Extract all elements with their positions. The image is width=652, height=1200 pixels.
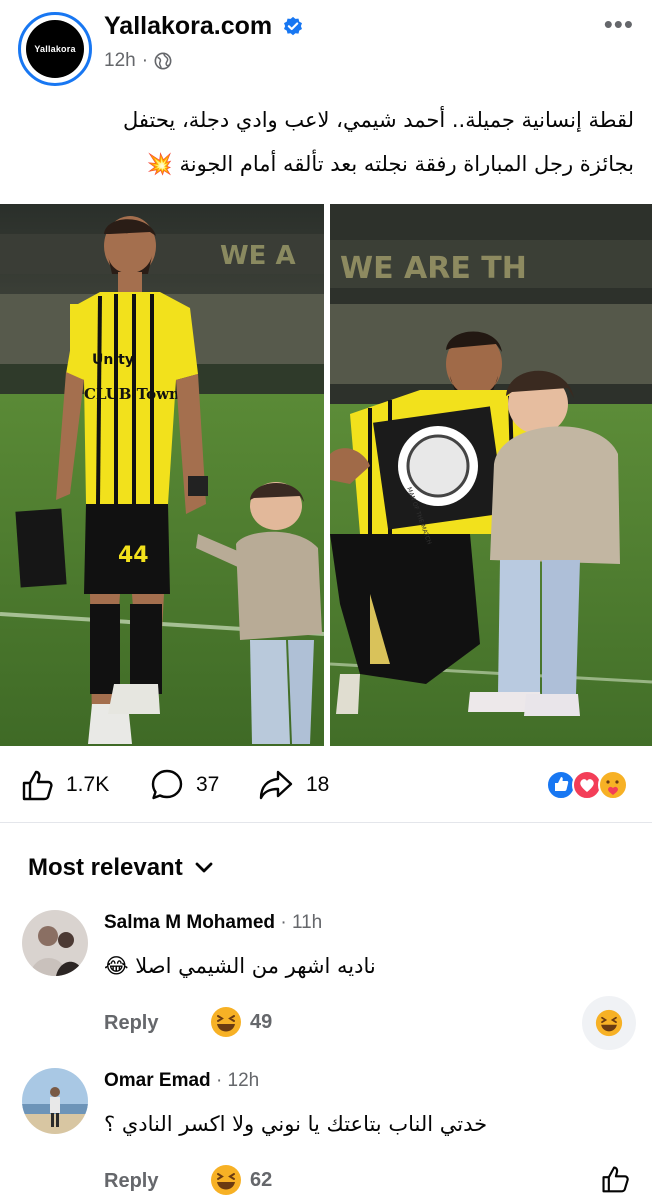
page-avatar-logo: Yallakora — [26, 20, 84, 78]
comment-author-name[interactable]: Salma M Mohamed — [104, 912, 275, 933]
photo-player-award[interactable]: WE ARE TH MAN OF THE MATCH — [330, 204, 652, 746]
like-button[interactable]: 1.7K — [20, 768, 109, 802]
jersey-text: CLUB Town — [84, 385, 180, 403]
share-button[interactable]: 18 — [258, 768, 329, 802]
comment-author[interactable]: Omar Emad · 12h — [104, 1070, 259, 1092]
comment-avatar[interactable] — [22, 1068, 88, 1134]
like-reaction-icon — [546, 770, 576, 800]
page-name[interactable]: Yallakora.com — [104, 12, 272, 41]
post-actions-bar: 1.7K 37 18 — [0, 760, 652, 810]
react-button[interactable] — [582, 996, 636, 1050]
comment-time-separator: · — [280, 912, 287, 933]
comment-author-name[interactable]: Omar Emad — [104, 1070, 211, 1091]
avatar-photo — [22, 910, 88, 976]
photo-player-walking[interactable]: WE A Unity CLUB Town 44 — [0, 204, 324, 746]
comment-author[interactable]: Salma M Mohamed · 11h — [104, 912, 322, 934]
comment-text: ناديه اشهر من الشيمي اصلا 😂 — [104, 954, 376, 978]
comment-time-separator: · — [215, 1070, 223, 1091]
tears-of-joy-emoji-icon: 😂 — [104, 954, 129, 978]
comment-text: خدتي الناب بتاعتك يا نوني ولا اكسر الناد… — [104, 1112, 488, 1136]
like-icon — [22, 770, 53, 801]
comment-text-content: ناديه اشهر من الشيمي اصلا — [135, 954, 376, 978]
jersey-sponsor: Unity — [92, 352, 134, 368]
comment-item: Salma M Mohamed · 11h ناديه اشهر من الشي… — [0, 906, 652, 1050]
share-count: 18 — [306, 773, 330, 796]
comment-icon — [151, 769, 183, 800]
post-time[interactable]: 12h — [104, 50, 136, 72]
jersey-number: 44 — [118, 543, 149, 568]
post-header: Yallakora Yallakora.com 12h · ••• — [0, 0, 652, 96]
avatar-logo-text: Yallakora — [34, 44, 76, 54]
collision-emoji-icon: 💥 — [146, 152, 173, 176]
avatar-photo — [22, 1068, 88, 1134]
care-reaction-icon — [598, 770, 628, 800]
chevron-down-icon — [195, 862, 213, 873]
comment-like-button[interactable] — [600, 1164, 630, 1199]
caption-line-2-text: بجائزة رجل المباراة رفقة نجلته بعد تألقه… — [179, 152, 634, 176]
love-reaction-icon — [572, 770, 602, 800]
share-icon — [259, 770, 293, 800]
reply-button[interactable]: Reply — [104, 1012, 158, 1035]
globe-icon — [154, 52, 172, 70]
laughing-emoji-icon — [211, 1165, 241, 1195]
photo-left-illustration: WE A Unity CLUB Town 44 — [0, 204, 324, 746]
section-divider — [0, 822, 652, 823]
comment-button[interactable]: 37 — [150, 768, 219, 802]
comment-reaction-count: 49 — [250, 1010, 273, 1033]
stadium-banner-right: WE ARE TH — [340, 251, 527, 286]
reply-button[interactable]: Reply — [104, 1170, 158, 1193]
like-count: 1.7K — [66, 773, 110, 796]
comment-time[interactable]: 11h — [292, 912, 322, 933]
photo-right-illustration: WE ARE TH MAN OF THE MATCH — [330, 204, 652, 746]
comment-count: 37 — [196, 773, 220, 796]
laughing-emoji-icon — [211, 1007, 241, 1037]
verified-badge-icon — [284, 16, 302, 36]
post-meta: 12h · — [104, 50, 172, 72]
caption-line-1: لقطة إنسانية جميلة.. أحمد شيمي، لاعب واد… — [123, 108, 634, 132]
comment-reaction-count: 62 — [250, 1168, 273, 1191]
comments-sort-dropdown[interactable]: Most relevant — [28, 854, 215, 882]
meta-separator: · — [141, 50, 149, 71]
page-avatar[interactable]: Yallakora — [18, 12, 92, 86]
laughing-emoji-icon — [595, 1009, 623, 1037]
comment-avatar[interactable] — [22, 910, 88, 976]
sort-label: Most relevant — [28, 854, 183, 881]
stadium-banner-left: WE A — [220, 241, 296, 271]
more-options-icon[interactable]: ••• — [604, 11, 634, 37]
comment-reactions[interactable]: 62 — [210, 1164, 272, 1196]
like-icon — [602, 1166, 629, 1193]
caption-line-2: بجائزة رجل المباراة رفقة نجلته بعد تألقه… — [14, 142, 634, 186]
post-photos: WE A Unity CLUB Town 44 WE ARE TH MAN OF… — [0, 204, 652, 746]
comment-reactions[interactable]: 49 — [210, 1006, 272, 1038]
post-caption: لقطة إنسانية جميلة.. أحمد شيمي، لاعب واد… — [14, 98, 634, 186]
reactions-summary[interactable] — [546, 768, 632, 802]
comment-item: Omar Emad · 12h خدتي الناب بتاعتك يا نون… — [0, 1066, 652, 1200]
comment-time[interactable]: 12h — [228, 1070, 260, 1091]
